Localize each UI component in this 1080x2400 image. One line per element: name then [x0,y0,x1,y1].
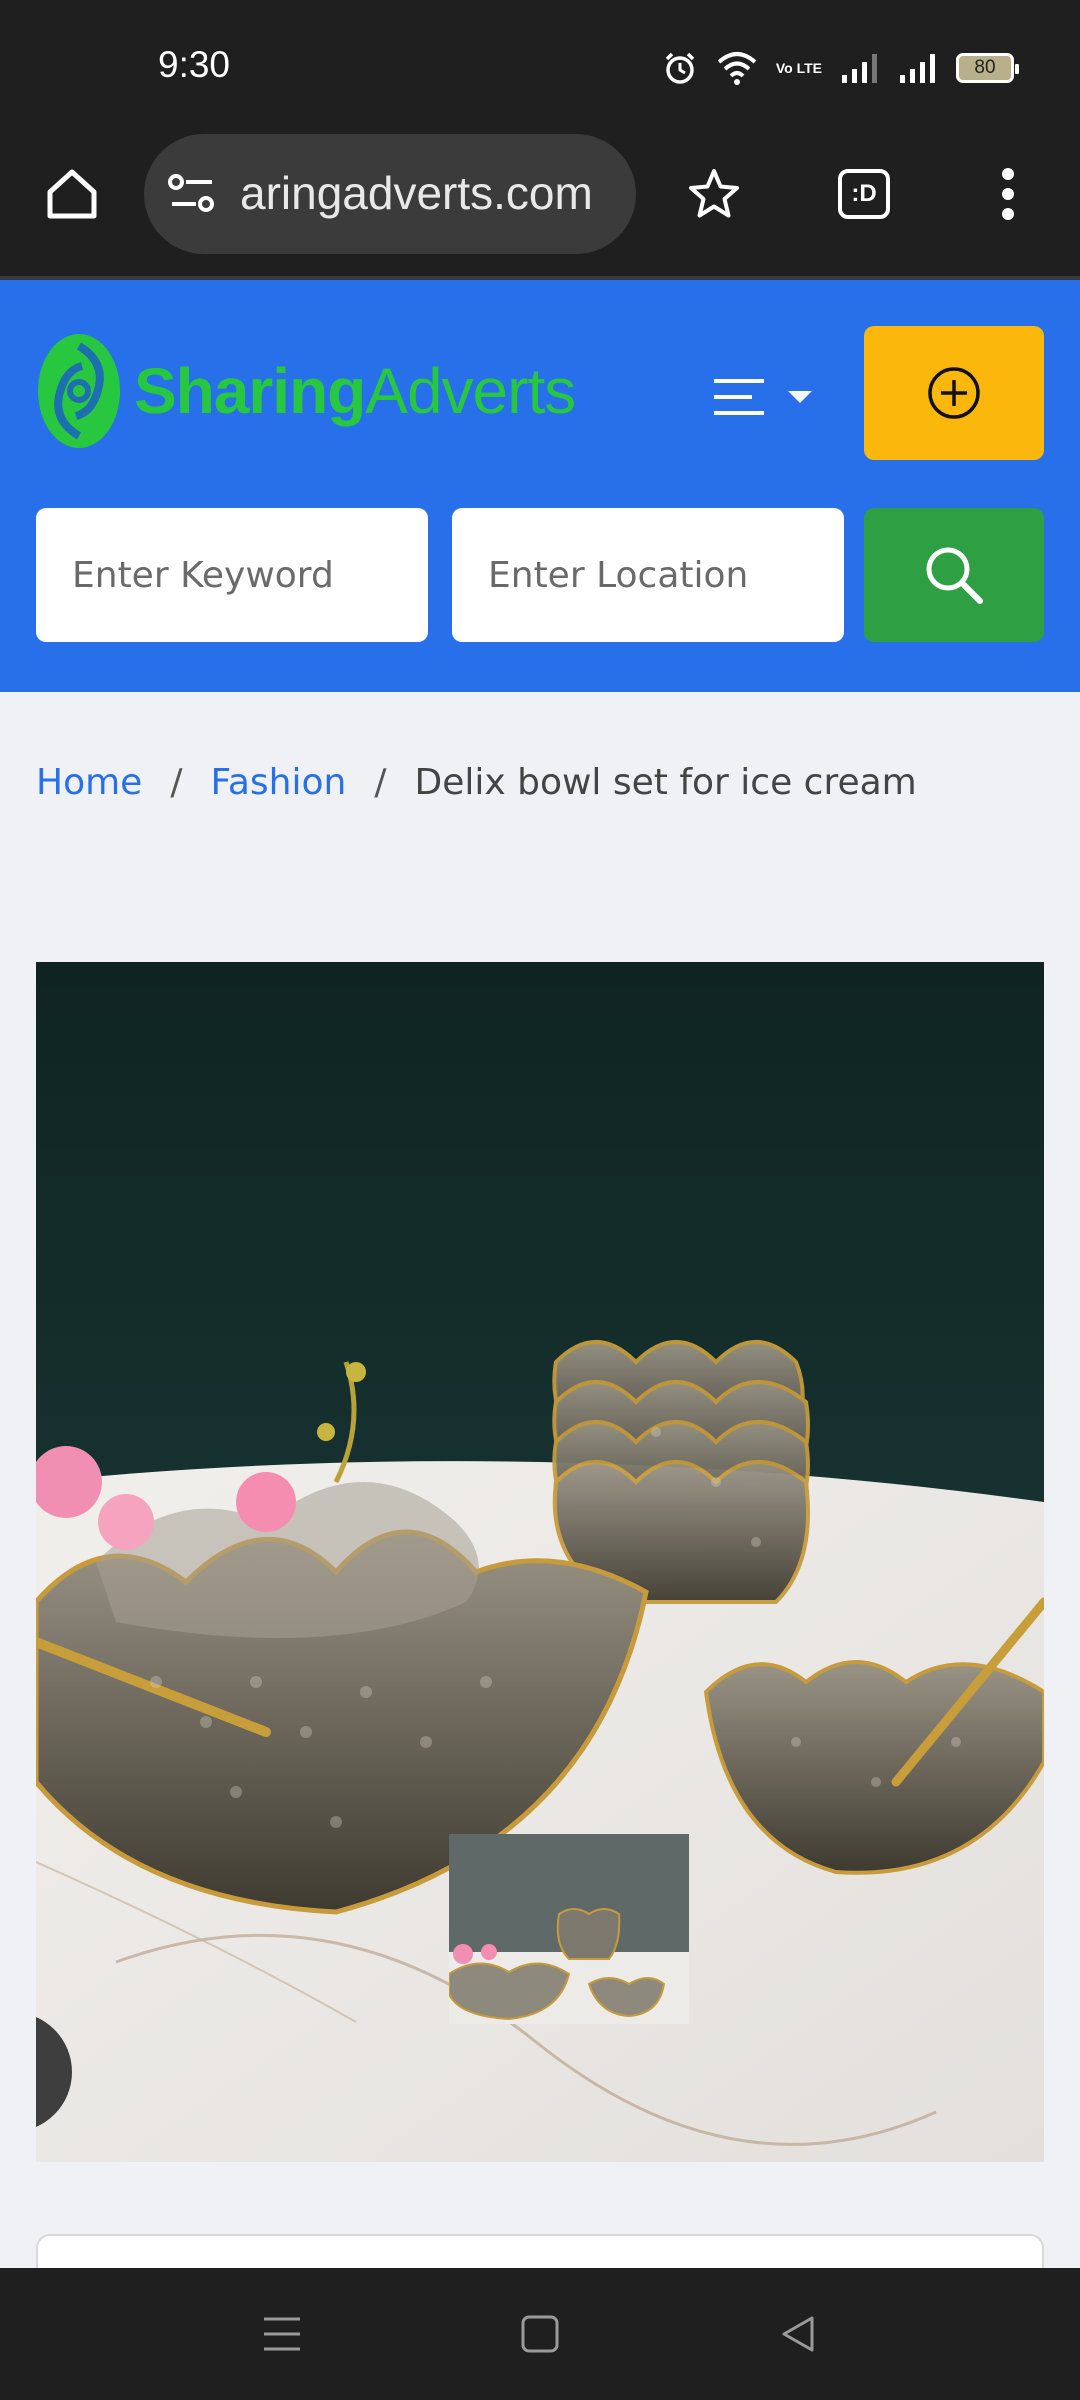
recents-button[interactable] [252,2304,312,2364]
categories-menu-button[interactable] [712,364,822,430]
star-icon [689,169,739,218]
volte-label: Vo LTE [775,60,822,76]
keyword-input[interactable] [36,508,428,642]
home-button[interactable] [36,158,108,230]
status-icons: Vo LTE 80 [662,48,1019,88]
site-logo[interactable]: SharingAdverts [36,332,576,450]
signal-icon-2 [900,54,935,83]
back-button[interactable] [768,2304,828,2364]
breadcrumb-current: Delix bowl set for ice cream [414,762,917,803]
caret-down-icon [788,391,812,403]
breadcrumb-separator: / [374,762,387,803]
product-image[interactable] [36,962,1044,2162]
logo-text: SharingAdverts [134,354,576,428]
home-nav-button[interactable] [510,2304,570,2364]
url-text[interactable]: aringadverts.com [240,166,593,220]
volte-indicator: Vo LTE [776,61,822,75]
status-bar: 9:30 Vo LTE 80 [0,0,1080,132]
logo-icon [38,334,120,448]
logo-text-regular: Adverts [365,355,576,427]
breadcrumb: Home / Fashion / Delix bowl set for ice … [36,762,917,803]
alarm-icon [665,52,695,84]
back-triangle-icon [782,2316,814,2352]
plus-circle-icon [928,367,980,419]
battery-level: 80 [974,57,996,78]
thumbnail-photo [449,1834,689,2024]
home-icon [47,169,97,219]
battery-icon: 80 [956,53,1019,83]
location-input[interactable] [452,508,844,642]
breadcrumb-category-link[interactable]: Fashion [210,762,346,803]
image-thumbnail[interactable] [449,1834,689,2024]
breadcrumb-home-link[interactable]: Home [36,762,142,803]
search-button[interactable] [864,508,1044,642]
browser-toolbar: aringadverts.com :D [0,132,1080,280]
signal-icon-1 [842,54,877,83]
site-header: SharingAdverts [0,280,1080,692]
status-time: 9:30 [158,44,231,85]
menu-icon [264,2317,300,2351]
breadcrumb-separator: / [170,762,183,803]
tab-switcher-button[interactable]: :D [828,158,900,230]
post-ad-button[interactable] [864,326,1044,460]
address-bar[interactable]: aringadverts.com [144,134,636,254]
wifi-icon [717,52,757,85]
location-field[interactable] [452,508,844,642]
tab-switcher-label: :D [851,180,877,207]
logo-text-bold: Sharing [134,355,366,427]
system-navigation-bar [0,2268,1080,2400]
bookmark-button[interactable] [678,158,750,230]
browser-menu-button[interactable] [972,158,1044,230]
more-vertical-icon [1002,168,1014,220]
search-icon [926,547,983,604]
menu-lines-icon [714,379,764,415]
site-settings-icon[interactable] [168,172,216,216]
square-icon [521,2315,559,2353]
tab-switcher-icon: :D [838,169,890,219]
keyword-field[interactable] [36,508,428,642]
